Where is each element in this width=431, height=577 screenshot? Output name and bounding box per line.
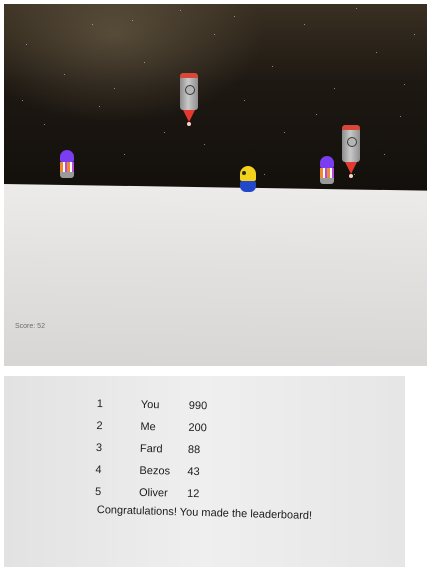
rocket-icon bbox=[180, 73, 198, 126]
star bbox=[132, 20, 133, 21]
star bbox=[304, 24, 305, 25]
star bbox=[284, 132, 285, 133]
star bbox=[180, 10, 181, 11]
star bbox=[164, 132, 165, 133]
star bbox=[356, 8, 357, 9]
star bbox=[26, 44, 27, 45]
leaderboard-score: 990 bbox=[188, 399, 208, 413]
star bbox=[92, 24, 93, 25]
player-sprite-icon bbox=[240, 166, 256, 192]
leaderboard-name: You bbox=[140, 398, 160, 412]
star bbox=[414, 34, 415, 35]
leaderboard-score: 43 bbox=[187, 465, 200, 479]
star bbox=[204, 144, 205, 145]
leaderboard-name: Oliver bbox=[138, 486, 168, 500]
star bbox=[264, 174, 265, 175]
purple-enemy-icon bbox=[60, 150, 74, 178]
leaderboard-rank: 1 bbox=[96, 398, 104, 411]
leaderboard-rank: 4 bbox=[95, 463, 102, 477]
leaderboard-photo: 1 You 990 2 Me 200 3 Fard 88 4 Bezos 43 … bbox=[4, 376, 405, 567]
star bbox=[234, 16, 235, 17]
star bbox=[376, 52, 377, 53]
purple-enemy-icon bbox=[320, 156, 334, 184]
score-label: Score: 52 bbox=[15, 323, 45, 330]
leaderboard-table: 1 You 990 2 Me 200 3 Fard 88 4 Bezos 43 … bbox=[95, 398, 207, 508]
star bbox=[384, 154, 385, 155]
leaderboard-score: 12 bbox=[186, 487, 200, 501]
leaderboard-rank: 3 bbox=[95, 441, 103, 455]
star bbox=[22, 100, 23, 101]
star bbox=[400, 116, 401, 117]
star bbox=[64, 74, 65, 75]
leaderboard-score: 88 bbox=[187, 443, 201, 457]
game-screen-photo: Score: 52 bbox=[4, 4, 427, 366]
star bbox=[316, 114, 317, 115]
star bbox=[272, 66, 273, 67]
rocket-icon bbox=[342, 125, 360, 178]
leaderboard-rank: 5 bbox=[94, 485, 102, 499]
star bbox=[99, 106, 100, 107]
leaderboard-name: Bezos bbox=[139, 464, 171, 478]
leaderboard-congrats-message: Congratulations! You made the leaderboar… bbox=[96, 504, 313, 523]
ground bbox=[4, 184, 427, 366]
star bbox=[404, 84, 405, 85]
star bbox=[144, 62, 145, 63]
star bbox=[334, 88, 335, 89]
leaderboard-score: 200 bbox=[188, 421, 207, 435]
star bbox=[44, 124, 45, 125]
leaderboard-name: Fard bbox=[139, 442, 163, 456]
leaderboard-rank: 2 bbox=[96, 419, 103, 433]
leaderboard-name: Me bbox=[140, 420, 156, 434]
star bbox=[214, 34, 215, 35]
star bbox=[114, 88, 115, 89]
star bbox=[244, 100, 245, 101]
star bbox=[124, 154, 125, 155]
